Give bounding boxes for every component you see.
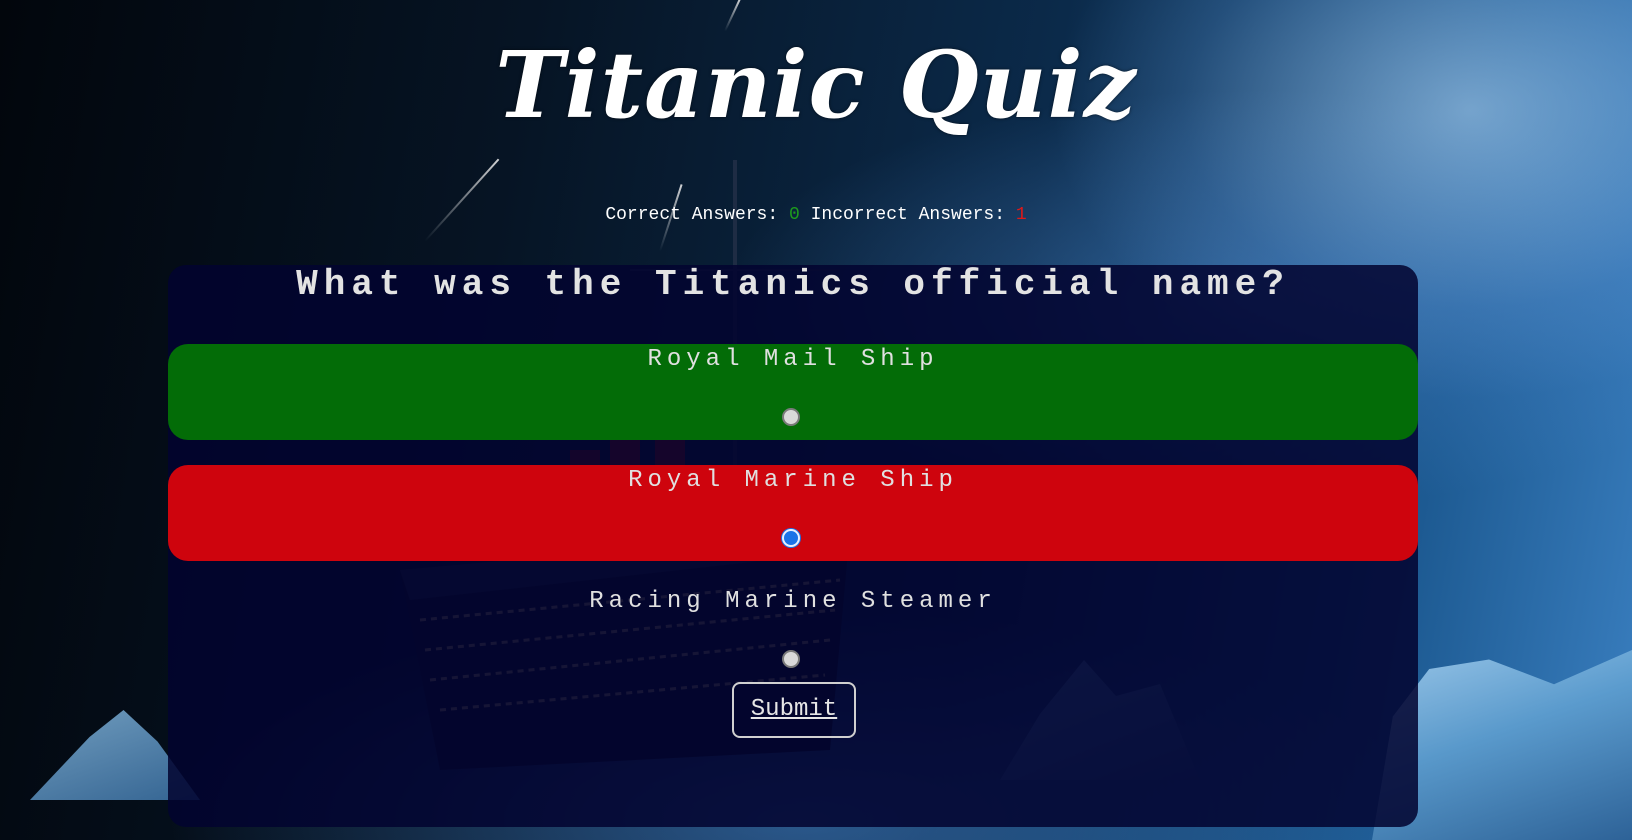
answer-radio-button-selected[interactable] [782, 529, 800, 547]
answer-option-royal-marine-ship[interactable]: Royal Marine Ship [168, 465, 1418, 561]
quiz-panel: What was the Titanics official name? Roy… [168, 265, 1418, 827]
question-text: What was the Titanics official name? [296, 264, 1290, 305]
incorrect-answers-label: Incorrect Answers: [810, 205, 1006, 225]
correct-answers-count: 0 [788, 205, 800, 225]
light-streak [424, 158, 500, 242]
correct-answers-label: Correct Answers: [605, 205, 779, 225]
answer-radio-button[interactable] [782, 650, 800, 668]
answer-option-royal-mail-ship[interactable]: Royal Mail Ship [168, 344, 1418, 440]
page-title: Titanic Quiz [495, 31, 1137, 139]
submit-button[interactable]: Submit [732, 682, 856, 738]
score-bar: Correct Answers: 0 Incorrect Answers: 1 [0, 204, 1632, 226]
answer-radio-button[interactable] [782, 408, 800, 426]
answer-option-label: Royal Marine Ship [628, 467, 958, 494]
answer-option-racing-marine-steamer[interactable]: Racing Marine Steamer [168, 586, 1418, 682]
answer-option-label: Royal Mail Ship [647, 346, 939, 373]
incorrect-answers-count: 1 [1015, 205, 1027, 225]
answer-option-label: Racing Marine Steamer [589, 588, 997, 615]
